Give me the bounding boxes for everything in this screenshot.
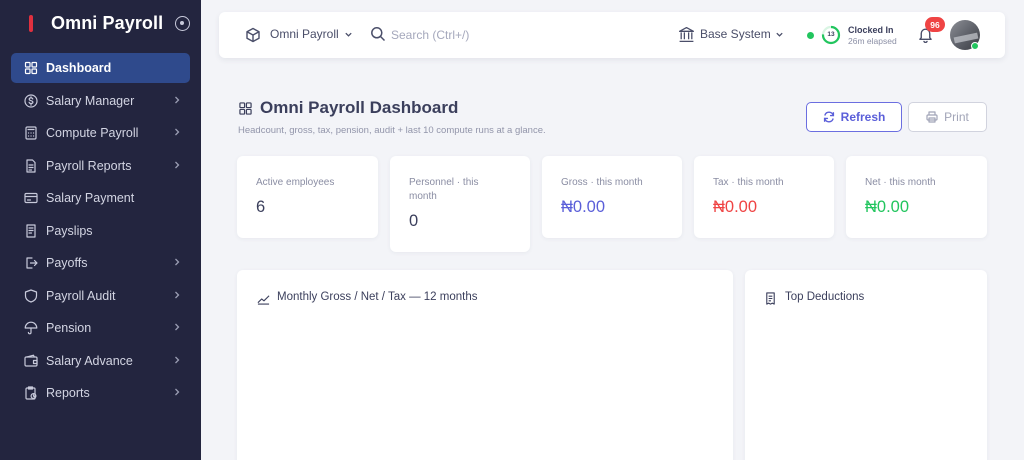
chevron-right-icon [175,291,180,298]
sidebar-item-label: Payroll Reports [46,158,132,173]
refresh-icon [823,111,834,123]
print-label: Print [944,110,969,124]
brand: Omni Payroll [0,0,201,46]
sidebar-item-payroll-reports[interactable]: Payroll Reports [11,151,190,181]
stat-label: Tax · this month [713,177,784,188]
chart-panel-title: Monthly Gross / Net / Tax — 12 months [277,291,478,303]
calculator-icon [24,126,38,140]
sidebar-item-reports[interactable]: Reports [11,378,190,408]
chevron-right-icon [175,96,180,103]
chevron-right-icon [175,161,180,168]
stat-value: ₦0.00 [713,198,758,216]
chevron-right-icon [175,128,180,136]
refresh-button[interactable]: Refresh [806,102,902,132]
sidebar-item-salary-advance[interactable]: Salary Advance [11,346,190,376]
printer-icon [926,111,938,123]
sidebar-item-salary-manager[interactable]: Salary Manager [11,86,190,116]
credit-card-icon [24,191,38,205]
sidebar-item-label: Reports [46,386,90,400]
payslip-icon [24,223,38,238]
brand-logo [29,14,33,32]
stat-card-personnel: Personnel · this month 0 [390,156,530,252]
sidebar-item-payoffs[interactable]: Payoffs [11,248,190,278]
document-icon [24,158,38,173]
sidebar-item-label: Payoffs [46,256,88,270]
page-title: Omni Payroll Dashboard [260,98,459,117]
receipt-icon [766,292,775,305]
sidebar-item-label: Compute Payroll [46,126,139,140]
stat-value: 6 [256,198,266,216]
export-icon [24,256,38,270]
sidebar-item-label: Salary Payment [46,191,135,205]
sidebar-item-label: Payslips [46,223,93,238]
stat-label: Active employees [256,177,335,188]
dollar-circle-icon [24,93,38,108]
search-input[interactable] [391,25,551,45]
sidebar-toggle-icon[interactable] [175,15,191,31]
chevron-down-icon[interactable] [775,30,784,39]
stat-value: ₦0.00 [865,198,910,216]
sidebar-item-pension[interactable]: Pension [11,313,190,343]
umbrella-icon [24,321,38,335]
notification-badge: 96 [925,17,945,32]
clock-ring-value: 13 [827,31,835,38]
refresh-label: Refresh [840,110,886,124]
clock-status[interactable]: Clocked In [848,25,894,35]
sidebar-menu: Dashboard Salary Manager Compute Payroll Pa… [0,53,201,408]
app-switcher[interactable]: Omni Payroll [270,27,339,41]
wallet-icon [24,354,38,368]
stat-card-active-employees: Active employees 6 [237,156,378,238]
stat-label: Gross · this month [561,177,643,188]
clipboard-icon [24,386,38,400]
bank-icon [678,26,695,43]
stat-value: ₦0.00 [561,198,606,216]
brand-name: Omni Payroll [51,12,164,33]
clock-elapsed: 26m elapsed [848,36,897,46]
sidebar-item-label: Dashboard [46,61,112,75]
stat-label: Net · this month [865,177,936,188]
chevron-down-icon[interactable] [344,30,353,39]
chevron-right-icon [175,388,180,396]
page-subtitle: Headcount, gross, tax, pension, audit + … [238,125,546,136]
sidebar-item-payslips[interactable]: Payslips [11,216,190,246]
chevron-right-icon [175,258,180,266]
sidebar-item-label: Salary Manager [46,93,135,108]
topbar: Omni Payroll Base System 13 Clocked In 2… [219,12,1005,58]
sidebar-item-compute-payroll[interactable]: Compute Payroll [11,118,190,148]
top-deductions-panel: Top Deductions [745,270,987,460]
print-button[interactable]: Print [908,102,987,132]
sidebar: Omni Payroll Dashboard Salary Manager Comp… [0,0,201,460]
deductions-panel-title: Top Deductions [785,291,865,303]
stat-label: Personnel · this month [409,177,479,202]
company-selector[interactable]: Base System [700,27,771,41]
clock-status-dot [807,32,814,39]
stat-card-gross: Gross · this month ₦0.00 [542,156,682,238]
search-icon [371,27,386,42]
sidebar-item-salary-payment[interactable]: Salary Payment [11,183,190,213]
monthly-chart-panel: Monthly Gross / Net / Tax — 12 months [237,270,733,460]
stat-card-net: Net · this month ₦0.00 [846,156,987,238]
sidebar-item-dashboard[interactable]: Dashboard [11,53,190,83]
cube-icon [246,27,260,43]
sidebar-item-label: Payroll Audit [46,288,116,303]
chevron-right-icon [175,323,180,331]
sidebar-item-label: Pension [46,321,92,335]
sidebar-item-label: Salary Advance [46,353,133,368]
shield-icon [24,288,38,303]
dashboard-icon [24,61,38,75]
stat-card-tax: Tax · this month ₦0.00 [694,156,834,238]
dashboard-icon [239,102,252,115]
line-chart-icon [257,295,270,305]
stat-value: 0 [409,212,419,230]
online-status-dot [971,42,979,50]
sidebar-item-payroll-audit[interactable]: Payroll Audit [11,281,190,311]
chevron-right-icon [175,356,180,363]
